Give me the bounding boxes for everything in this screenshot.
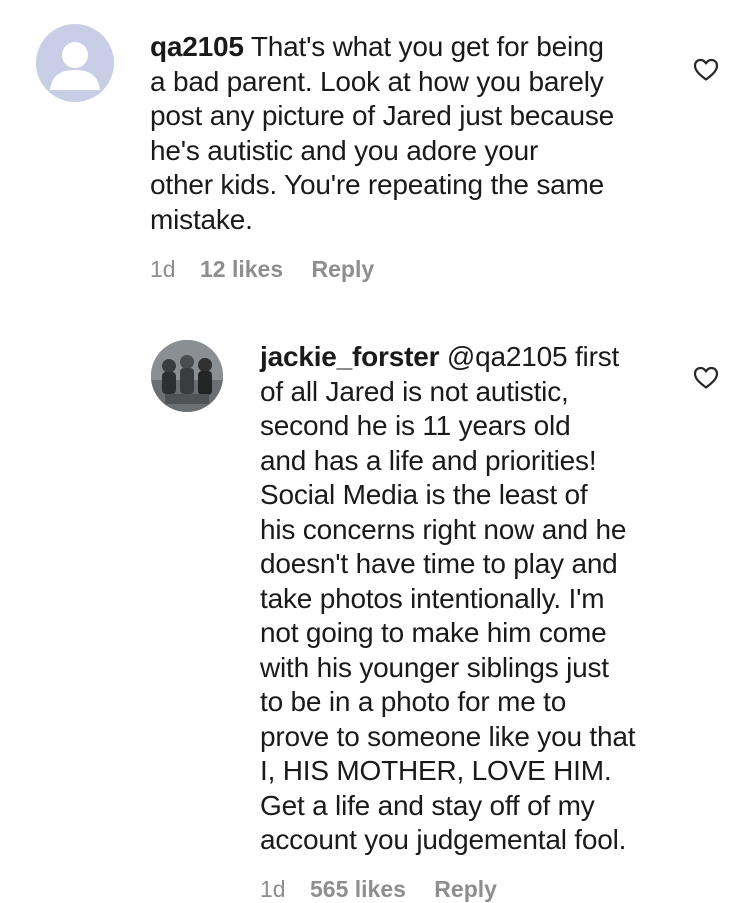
comment-username[interactable]: qa2105 — [150, 31, 244, 62]
comment-text-line: That's what you get for being — [250, 31, 604, 62]
comment-text-line: mistake. — [150, 203, 253, 235]
reply-button[interactable]: Reply — [434, 876, 497, 902]
reply-button[interactable]: Reply — [312, 256, 375, 282]
mention-link[interactable]: @qa2105 — [447, 341, 568, 372]
comment-text-line: prove to someone like you that — [260, 720, 636, 752]
comment-username[interactable]: jackie_forster — [260, 341, 440, 372]
comment-text-line: he's autistic and you adore your — [150, 134, 539, 166]
comment-text-line: not going to make him come — [260, 617, 607, 648]
comment-text-line: and has a life and priorities! — [260, 444, 597, 476]
comment-text: jackie_forster @qa2105 first of all Jare… — [260, 340, 690, 858]
comment-text-line: of all Jared is not autistic, — [260, 375, 569, 407]
comment-text-line: take photos intentionally. I'm — [260, 582, 605, 614]
comment-text-line: Get a life and stay off of my — [260, 789, 595, 821]
comment-text: qa2105 That's what you get for being a b… — [150, 30, 670, 237]
comment-text-line: to be in a photo for me to — [260, 686, 567, 717]
comment-text-line: Social Media is the least of — [260, 479, 588, 510]
comment-text-line: account you judgemental fool. — [260, 824, 627, 855]
comment-text-line: a bad parent. Look at how you barely — [150, 65, 604, 97]
comment-likes[interactable]: 565 likes — [310, 876, 406, 902]
comment-likes[interactable]: 12 likes — [200, 256, 283, 282]
heart-outline-icon[interactable] — [693, 366, 719, 390]
comment-meta: 1d 565 likes Reply — [260, 876, 497, 903]
comment-text-line: first — [574, 341, 620, 372]
comment-text-line: other kids. You're repeating the same — [150, 169, 605, 200]
comment-text-line: doesn't have time to play and — [260, 548, 618, 579]
comment-meta: 1d 12 likes Reply — [150, 256, 374, 283]
comment-time: 1d — [260, 876, 286, 902]
comment-text-line: second he is 11 years old — [260, 410, 571, 441]
heart-outline-icon[interactable] — [693, 58, 719, 82]
comment-text-line: I, HIS MOTHER, LOVE HIM. — [260, 755, 612, 786]
default-user-avatar-icon[interactable] — [36, 24, 114, 102]
profile-photo-avatar[interactable] — [151, 340, 223, 412]
comment-time: 1d — [150, 256, 176, 282]
comment-text-line: post any picture of Jared just because — [150, 100, 615, 131]
comment-text-line: with his younger siblings just — [260, 651, 609, 683]
comment-text-line: his concerns right now and he — [260, 513, 627, 545]
